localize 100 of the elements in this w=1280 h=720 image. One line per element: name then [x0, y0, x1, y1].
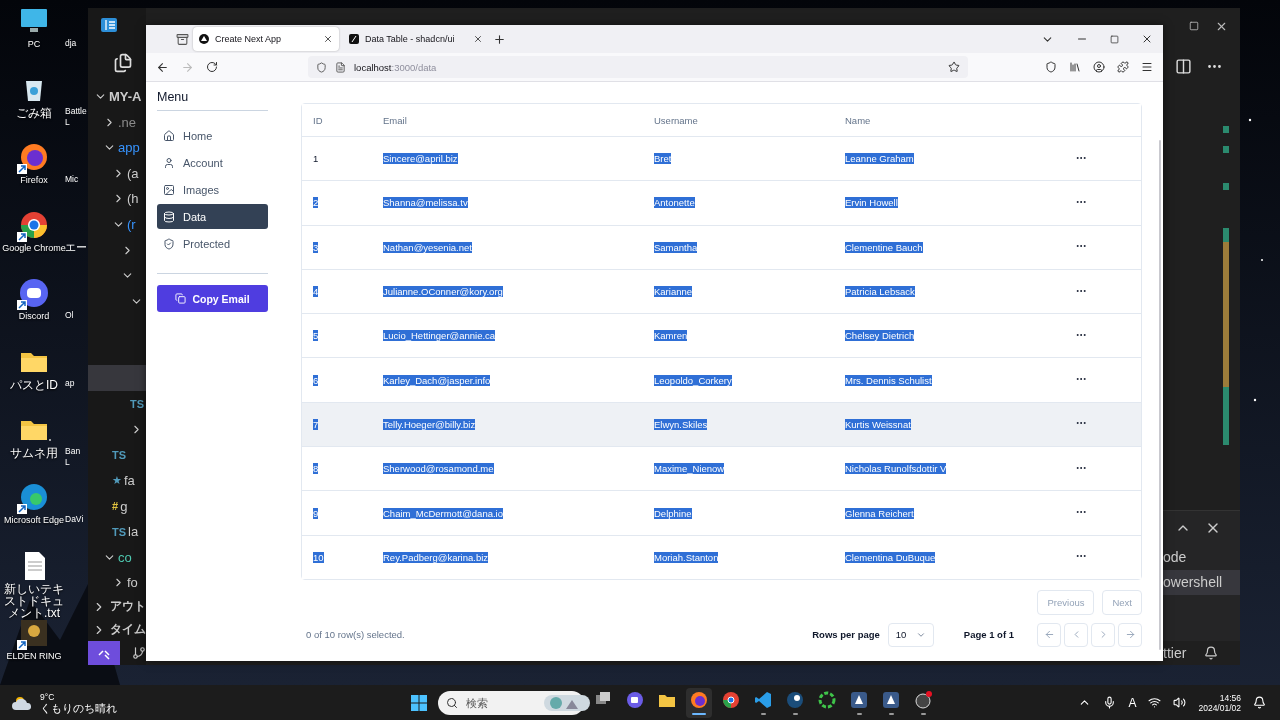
desktop-icon-label[interactable]: Google Chrome — [2, 243, 66, 254]
desktop-icon-label[interactable]: エー — [65, 242, 87, 253]
desktop-icon-label[interactable]: ap — [65, 378, 75, 389]
explorer-item[interactable]: .ne — [118, 114, 137, 130]
back-icon[interactable] — [156, 60, 169, 74]
microphone-icon[interactable] — [1103, 696, 1117, 709]
desktop-icon-label[interactable]: Firefox — [20, 175, 48, 186]
status-item[interactable]: ttier — [1163, 645, 1187, 661]
table-cell-text: 7 — [312, 418, 320, 430]
new-tab-icon[interactable] — [493, 32, 506, 46]
section-title[interactable]: アウト — [110, 598, 146, 616]
sidebar-item[interactable]: Protected — [157, 231, 268, 256]
copy-email-button[interactable]: Copy Email — [157, 285, 268, 312]
desktop-icon-label[interactable]: dja — [65, 38, 77, 49]
scrollbar[interactable] — [1159, 140, 1161, 650]
table-cell-text: 10 — [312, 551, 325, 563]
desktop-icon-label[interactable]: Mic — [65, 174, 79, 185]
address-bar[interactable]: localhost:3000/data — [308, 56, 968, 78]
desktop-icon-label[interactable]: DaVi — [65, 514, 84, 525]
sidebar-item[interactable]: Images — [157, 177, 268, 202]
table-cell-text: Elwyn.Skiles — [653, 418, 709, 430]
desktop-icon-label[interactable]: Ol — [65, 310, 74, 321]
close-icon[interactable] — [473, 34, 483, 44]
terminal-list-item[interactable]: owershell — [1163, 570, 1240, 595]
table-cell-text: 3 — [312, 241, 320, 253]
desktop-icon-label[interactable]: サムネ用 — [10, 447, 58, 459]
desktop-icon-label[interactable]: L — [65, 457, 70, 468]
taskbar-app[interactable] — [686, 687, 712, 718]
desktop-icon-label[interactable]: Battle — [65, 106, 87, 117]
bell-icon[interactable] — [1253, 696, 1266, 709]
table-cell-text: 5 — [312, 330, 320, 342]
volume-icon[interactable] — [1173, 696, 1187, 709]
file-type-icon: TS — [112, 525, 127, 538]
reload-icon[interactable] — [206, 61, 218, 73]
desktop-icon-label[interactable]: ELDEN RING — [6, 651, 62, 662]
close-icon[interactable] — [323, 34, 333, 44]
windows-logo-icon — [411, 694, 427, 711]
change-marker — [1223, 146, 1229, 153]
table-cell-text: Delphine — [653, 507, 693, 519]
explorer-item[interactable]: MY-A — [109, 89, 142, 104]
tab-list-icon[interactable] — [176, 32, 189, 46]
explorer-item[interactable]: (r — [127, 216, 136, 232]
explorer-item[interactable]: g — [120, 498, 128, 514]
close-icon[interactable] — [1141, 33, 1153, 45]
maximize-icon[interactable] — [1189, 21, 1199, 31]
section-title[interactable]: タイム — [110, 621, 146, 639]
column-header: Username — [653, 114, 699, 126]
table-cell-text: Karianne — [653, 286, 694, 298]
ime-indicator[interactable]: A — [1128, 695, 1137, 710]
table-cell-text: 8 — [312, 463, 320, 475]
table-cell-text: Sherwood@rosamond.me — [382, 463, 495, 475]
files-icon[interactable] — [113, 52, 133, 73]
clock-date[interactable]: 2024/01/02 — [1198, 702, 1241, 713]
explorer-item[interactable]: (a — [127, 165, 139, 181]
sidebar-item[interactable]: Data — [157, 204, 268, 229]
explorer-item[interactable]: fo — [127, 575, 138, 591]
table-cell-text: Shanna@melissa.tv — [382, 197, 469, 209]
app-icon — [849, 690, 869, 710]
network-icon[interactable] — [1148, 696, 1162, 709]
bookmark-star-icon[interactable] — [948, 61, 960, 73]
explorer-item[interactable]: la — [128, 524, 139, 540]
explorer-item[interactable]: co — [118, 549, 132, 565]
table-cell-text: Telly.Hoeger@billy.biz — [382, 418, 477, 430]
explorer-item[interactable]: fa — [123, 472, 135, 488]
table-cell-text: Samantha — [653, 241, 699, 253]
git-branch-icon[interactable] — [132, 646, 146, 660]
table-cell-text: Leanne Graham — [844, 153, 915, 165]
change-marker — [1223, 126, 1229, 133]
desktop-icon-label[interactable]: L — [65, 117, 70, 128]
selection-count: 0 of 10 row(s) selected. — [305, 629, 406, 641]
sidebar-layout-icon[interactable] — [100, 16, 118, 35]
desktop-icon-label[interactable]: PC — [27, 39, 41, 50]
file-type-icon: # — [112, 500, 119, 512]
browser-tab[interactable]: Create Next App — [193, 27, 339, 51]
extensions-icon[interactable] — [1117, 61, 1129, 73]
table-cell-text: Chaim_McDermott@dana.io — [382, 507, 504, 519]
ring-icon — [817, 690, 837, 710]
explorer-item[interactable]: (h — [127, 191, 139, 207]
maximize-icon[interactable] — [1110, 34, 1119, 44]
desktop-icon-label[interactable]: Microsoft Edge — [4, 515, 64, 526]
bell-icon[interactable] — [1204, 646, 1219, 660]
terminal-list-item[interactable]: ode — [1163, 545, 1240, 570]
database-icon — [163, 210, 175, 223]
sidebar-item[interactable]: Home — [157, 123, 268, 148]
explorer-item[interactable]: app — [118, 140, 140, 156]
desktop-icon-label[interactable]: パスとID — [10, 379, 58, 391]
desktop-icon-label[interactable]: Discord — [18, 311, 50, 322]
rows-per-page-select[interactable]: 10 — [887, 622, 934, 647]
desktop-icon-label[interactable]: Ban — [65, 446, 81, 457]
account-icon[interactable] — [1093, 61, 1105, 73]
menu-icon[interactable] — [1141, 61, 1153, 73]
weather-text: くもりのち晴れ — [40, 701, 117, 714]
table-cell-text: 9 — [312, 507, 320, 519]
library-icon[interactable] — [1069, 61, 1081, 73]
desktop-icon-label[interactable]: ごみ箱 — [16, 107, 52, 119]
browser-tab[interactable]: Data Table - shadcn/ui — [343, 27, 489, 51]
desktop-icon-label[interactable]: 新しいテキストドキュメント.txt — [0, 583, 68, 619]
clock-time[interactable]: 14:56 — [1219, 692, 1241, 703]
split-editor-icon[interactable] — [1175, 57, 1192, 75]
sidebar-item[interactable]: Account — [157, 150, 268, 175]
